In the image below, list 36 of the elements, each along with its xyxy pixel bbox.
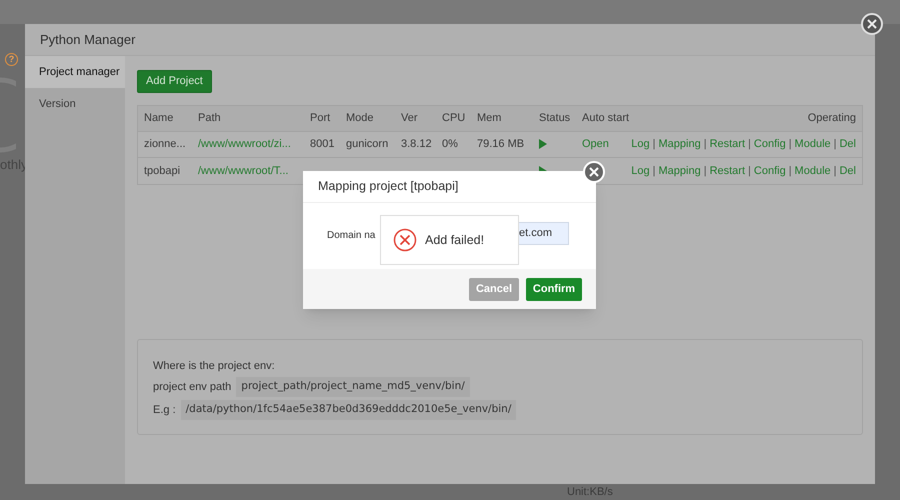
field-label: Domain na	[327, 229, 376, 243]
separator: |	[834, 164, 836, 178]
table-cell-text: 0%	[442, 137, 459, 152]
table-cell-text: gunicorn	[346, 137, 390, 152]
info-heading: Where is the project env:	[153, 358, 276, 374]
separator: |	[748, 164, 751, 178]
column-header: Path	[198, 111, 222, 126]
separator: |	[834, 137, 836, 152]
table-cell-text: tpobapi	[144, 164, 182, 178]
table-cell-text: 3.8.12	[401, 137, 433, 152]
separator: |	[788, 137, 792, 152]
column-header: Operating	[808, 111, 856, 126]
separator: |	[652, 164, 656, 178]
code-snippet: project_path/project_name_md5_venv/bin/	[236, 377, 470, 397]
info-label: project env path	[153, 380, 232, 395]
separator: |	[704, 164, 707, 178]
separator: |	[704, 137, 707, 152]
window-title: Python Manager	[40, 30, 136, 49]
column-header: CPU	[442, 111, 466, 126]
separator: |	[788, 164, 792, 178]
separator: |	[748, 137, 751, 152]
table-cell-text: zionne...	[144, 137, 187, 152]
column-header: Status	[539, 111, 572, 126]
info-label: E.g :	[153, 402, 176, 418]
table-cell-text: 8001	[310, 137, 336, 152]
dialog-title: Mapping project [tpobapi]	[318, 178, 458, 196]
table-cell-text: 79.16 MB	[477, 137, 526, 152]
code-snippet: /data/python/1fc54ae5e387be0d369edddc2010e5e_venv/bin/	[180, 400, 516, 420]
column-header: Mode	[346, 111, 375, 126]
column-header: Name	[144, 111, 174, 126]
column-header: Auto start	[582, 111, 630, 126]
column-header: Mem	[477, 111, 502, 126]
separator: |	[652, 137, 656, 152]
toast-message: Add failed!	[425, 232, 484, 249]
column-header: Port	[310, 111, 332, 126]
column-header: Ver	[401, 111, 419, 126]
